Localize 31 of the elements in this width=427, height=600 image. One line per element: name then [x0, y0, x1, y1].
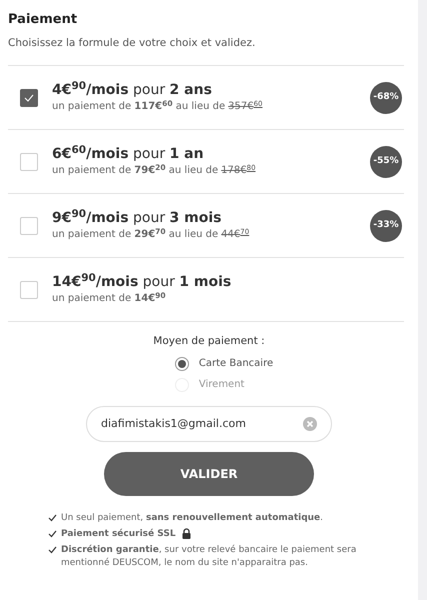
plan-price: 4€$^{90}$/mois pour 2 ans — [52, 81, 213, 100]
radio-button[interactable] — [174, 356, 189, 370]
section-subtitle: Choisissez la formule de votre choix et validez. — [8, 36, 256, 50]
plan-price: 9€$^{90}$/mois pour 3 mois — [52, 209, 222, 228]
plan-price: 6€$^{60}$/mois pour 1 an — [52, 145, 205, 164]
assurance-text: Discrétion garantie, sur votre relevé bancaire le paiement sera mentionné DEUSCOM, le nom du site n'apparaitra pas. — [61, 544, 358, 570]
plan-detail: un paiement de 14€$^{90}$ — [52, 291, 166, 306]
plan-checkbox[interactable] — [20, 280, 38, 299]
plan-price: 14€$^{90}$/mois pour 1 mois — [52, 273, 232, 292]
plan-detail: un paiement de 29€$^{70}$ au lieu de — [52, 227, 218, 242]
old-price: 178€ — [221, 164, 247, 178]
discount-badge: -68% — [370, 82, 402, 114]
submit-button[interactable]: VALIDER — [104, 452, 314, 496]
section-title: Paiement — [8, 11, 78, 29]
email-field[interactable]: diafimistakis1@gmail.com — [86, 406, 332, 442]
old-price: 44€ — [221, 228, 240, 242]
assurance-text: Paiement sécurisé SSL — [61, 528, 176, 541]
radio-label: Carte Bancaire — [198, 357, 274, 371]
discount-badge: -33% — [370, 210, 402, 242]
clear-icon[interactable] — [303, 417, 317, 431]
payment-method-label: Moyen de paiement : — [153, 334, 265, 350]
radio-label: Virement — [198, 378, 244, 392]
plan-checkbox[interactable] — [20, 152, 38, 171]
plan-detail: un paiement de 79€$^{20}$ au lieu de — [52, 163, 218, 178]
discount-badge: -55% — [370, 146, 402, 178]
plan-checkbox[interactable] — [20, 88, 38, 107]
old-price: 357€ — [228, 100, 254, 114]
plan-checkbox[interactable] — [20, 216, 38, 235]
plan-detail: un paiement de 117€$^{60}$ au lieu de — [52, 99, 226, 114]
assurance-text: Un seul paiement, sans renouvellement automatique. — [61, 512, 324, 525]
check-icon — [24, 94, 34, 102]
